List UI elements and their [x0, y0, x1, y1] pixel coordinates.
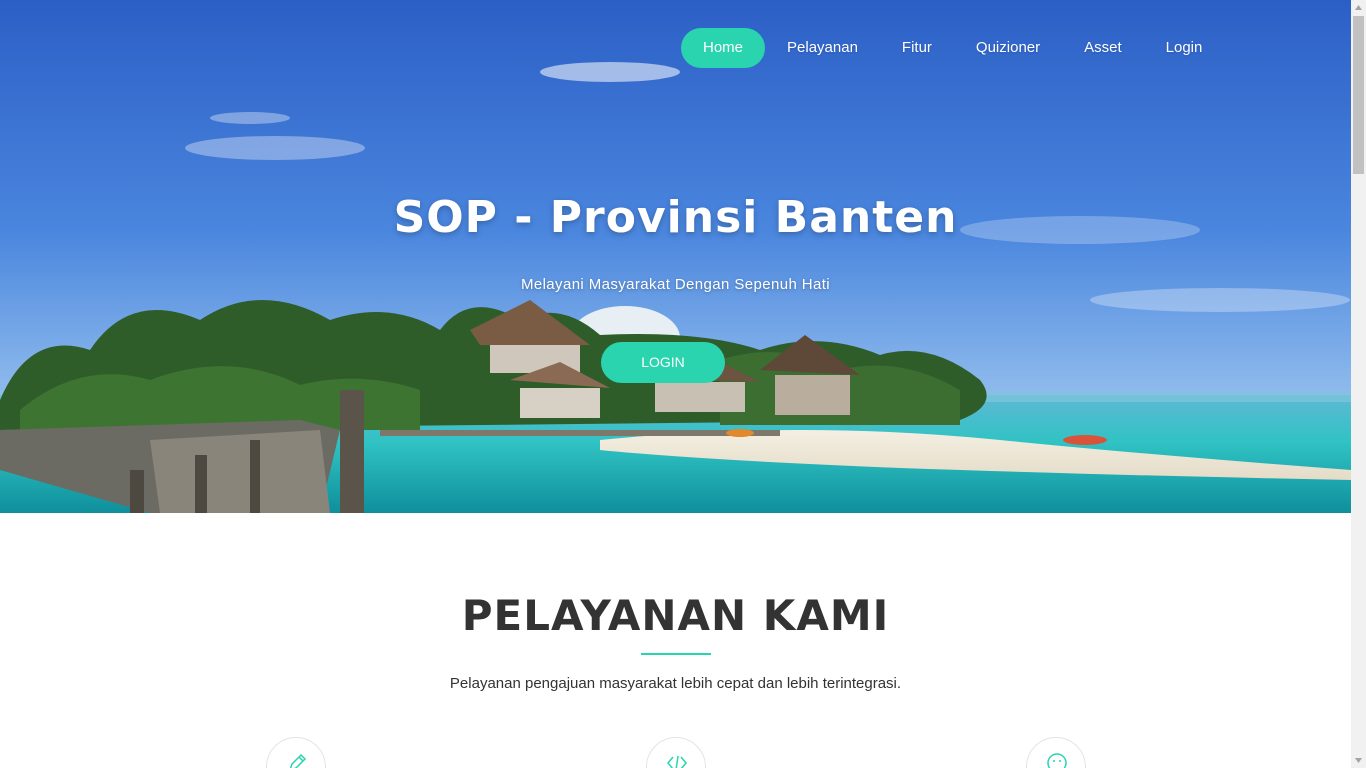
nav-item-fitur[interactable]: Fitur [880, 28, 954, 68]
nav-item-login[interactable]: Login [1144, 28, 1225, 68]
services-title: PELAYANAN KAMI [461, 591, 890, 640]
hero-title: SOP - Provinsi Banten [393, 192, 958, 243]
top-navbar: Home Pelayanan Fitur Quizioner Asset Log… [0, 0, 1351, 96]
nav-menu: Home Pelayanan Fitur Quizioner Asset Log… [681, 28, 1224, 68]
nav-item-pelayanan[interactable]: Pelayanan [765, 28, 880, 68]
hero-subtitle: Melayani Masyarakat Dengan Sepenuh Hati [520, 276, 831, 293]
scroll-down-arrow-icon[interactable] [1351, 753, 1366, 768]
code-icon [646, 737, 706, 768]
nav-item-quizioner[interactable]: Quizioner [954, 28, 1062, 68]
page-scrollbar[interactable] [1351, 0, 1366, 768]
services-description: Pelayanan pengajuan masyarakat lebih cep… [449, 675, 902, 692]
scrollbar-thumb[interactable] [1353, 16, 1364, 174]
title-underline-divider [641, 653, 711, 655]
smiley-icon [1026, 737, 1086, 768]
hero-section: Home Pelayanan Fitur Quizioner Asset Log… [0, 0, 1351, 513]
nav-item-home[interactable]: Home [681, 28, 766, 68]
scroll-up-arrow-icon[interactable] [1351, 0, 1366, 15]
hero-login-button[interactable]: LOGIN [601, 342, 725, 383]
nav-item-asset[interactable]: Asset [1062, 28, 1144, 68]
services-section: PELAYANAN KAMI Pelayanan pengajuan masya… [0, 513, 1351, 768]
pencil-icon [266, 737, 326, 768]
